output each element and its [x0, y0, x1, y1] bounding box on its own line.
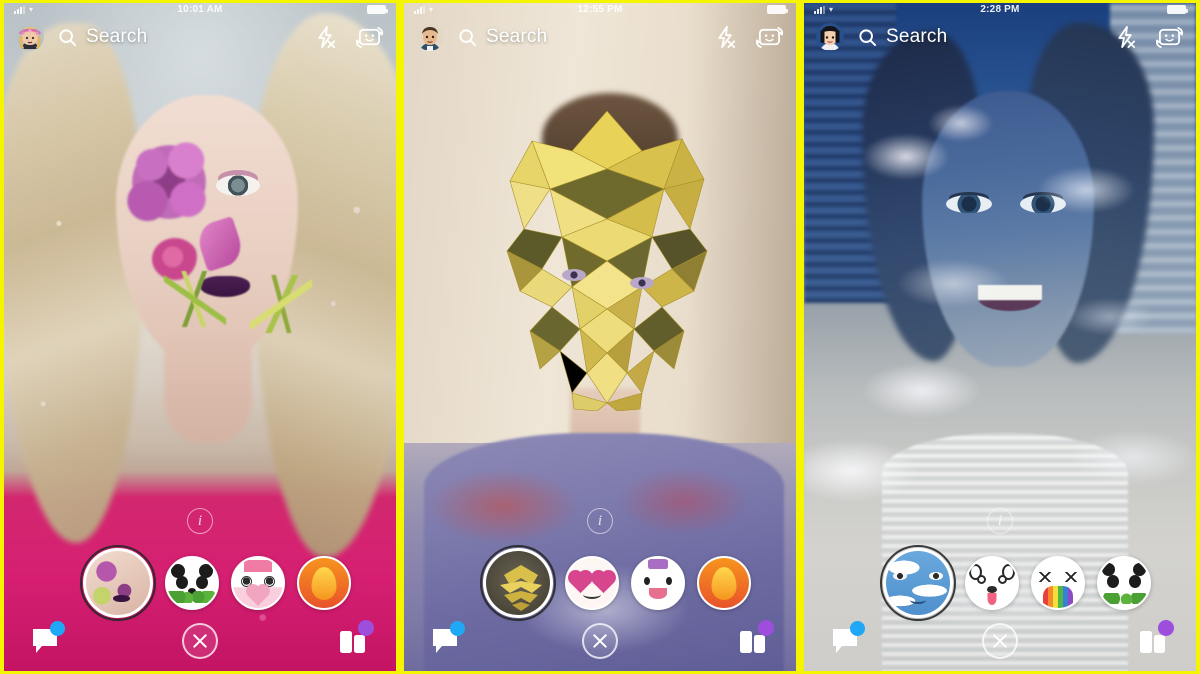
- bottom-bar: [804, 611, 1196, 671]
- lens-thumbnail-flower-crown: [633, 558, 683, 608]
- lens-thumbnail-heart-eyes: [567, 558, 617, 608]
- lens-item-rainbow-vomit[interactable]: [1031, 556, 1085, 610]
- status-bar: ▾ 2:28 PM: [804, 3, 1196, 16]
- lens-thumbnail-rainbow: [1033, 558, 1083, 608]
- search-bar[interactable]: Search: [858, 26, 947, 48]
- lens-item-panda-face[interactable]: [165, 556, 219, 610]
- search-icon: [858, 28, 877, 47]
- lens-item-gold-polygon-dragon-mask[interactable]: [480, 545, 556, 621]
- lens-carousel[interactable]: [804, 545, 1196, 621]
- status-bar: ▾ 12:55 PM: [404, 3, 796, 16]
- lens-item-fire-flame[interactable]: [297, 556, 351, 610]
- stories-cards-icon[interactable]: [738, 620, 774, 657]
- lens-item-fire-flame[interactable]: [697, 556, 751, 610]
- flash-off-icon[interactable]: [1113, 25, 1138, 50]
- lens-carousel[interactable]: [404, 545, 796, 621]
- lens-thumbnail-panda: [167, 558, 217, 608]
- battery-full-icon: [1167, 5, 1188, 14]
- search-bar[interactable]: Search: [58, 26, 147, 48]
- lens-item-pink-bow-kitty[interactable]: [231, 556, 285, 610]
- camera-flip-icon[interactable]: [1155, 25, 1184, 50]
- search-input[interactable]: Search: [486, 26, 547, 48]
- close-x-icon[interactable]: [582, 623, 618, 659]
- search-icon: [58, 28, 77, 47]
- top-bar-actions: [313, 25, 384, 50]
- bitmoji-avatar-man-brown-hair[interactable]: [416, 23, 444, 51]
- bottom-bar: [4, 611, 396, 671]
- chat-unread-badge: [50, 621, 65, 636]
- close-x-icon[interactable]: [182, 623, 218, 659]
- lens-item-flower-crown-freckles[interactable]: [631, 556, 685, 610]
- status-bar-time: 12:55 PM: [577, 4, 623, 15]
- top-bar-actions: [713, 25, 784, 50]
- lens-thumbnail-panda: [1099, 558, 1149, 608]
- lens-thumbnail-bow: [233, 558, 283, 608]
- status-bar-time: 10:01 AM: [177, 4, 223, 15]
- status-bar-right: [1167, 5, 1188, 14]
- battery-full-icon: [767, 5, 788, 14]
- snapchat-camera-panel-3: ▾ 2:28 PM Search i: [800, 0, 1200, 674]
- lens-item-sky-clouds-face[interactable]: [880, 545, 956, 621]
- stories-cards-icon[interactable]: [1138, 620, 1174, 657]
- lens-carousel[interactable]: [4, 545, 396, 621]
- lens-item-floral-face-paint[interactable]: [80, 545, 156, 621]
- flash-off-icon[interactable]: [313, 25, 338, 50]
- chat-bubble-icon[interactable]: [430, 621, 465, 656]
- bottom-bar: [404, 611, 796, 671]
- lens-info-button[interactable]: i: [987, 508, 1013, 534]
- search-input[interactable]: Search: [86, 26, 147, 48]
- stories-new-badge: [358, 620, 374, 636]
- chat-unread-badge: [450, 621, 465, 636]
- top-bar: Search: [404, 16, 796, 58]
- search-bar[interactable]: Search: [458, 26, 547, 48]
- lens-info-button[interactable]: i: [187, 508, 213, 534]
- flash-off-icon[interactable]: [713, 25, 738, 50]
- lens-thumbnail-dog: [967, 558, 1017, 608]
- lens-thumbnail-fire: [699, 558, 749, 608]
- lens-thumbnail-gold-mask: [486, 551, 550, 615]
- lens-item-heart-eyes-emoji[interactable]: [565, 556, 619, 610]
- camera-flip-icon[interactable]: [355, 25, 384, 50]
- status-bar-time: 2:28 PM: [980, 4, 1020, 15]
- stories-cards-icon[interactable]: [338, 620, 374, 657]
- lens-info-button[interactable]: i: [587, 508, 613, 534]
- battery-full-icon: [367, 5, 388, 14]
- snapchat-screens-row: ▾ 10:01 AM Search i ▾ 12:55 PM Search i …: [0, 0, 1200, 674]
- chat-unread-badge: [850, 621, 865, 636]
- top-bar: Search: [804, 16, 1196, 58]
- chat-bubble-icon[interactable]: [830, 621, 865, 656]
- snapchat-camera-panel-1: ▾ 10:01 AM Search i: [0, 0, 400, 674]
- close-x-icon[interactable]: [982, 623, 1018, 659]
- lens-thumbnail-fire: [299, 558, 349, 608]
- status-bar-right: [767, 5, 788, 14]
- status-bar: ▾ 10:01 AM: [4, 3, 396, 16]
- stories-new-badge: [1158, 620, 1174, 636]
- top-bar: Search: [4, 16, 396, 58]
- search-input[interactable]: Search: [886, 26, 947, 48]
- camera-flip-icon[interactable]: [755, 25, 784, 50]
- bitmoji-avatar-black-bob-hair[interactable]: [816, 23, 844, 51]
- lens-thumbnail-floral: [86, 551, 150, 615]
- snapchat-camera-panel-2: ▾ 12:55 PM Search i: [400, 0, 800, 674]
- lens-item-dog-face[interactable]: [965, 556, 1019, 610]
- status-bar-right: [367, 5, 388, 14]
- lens-thumbnail-cloud-face: [886, 551, 950, 615]
- stories-new-badge: [758, 620, 774, 636]
- search-icon: [458, 28, 477, 47]
- chat-bubble-icon[interactable]: [30, 621, 65, 656]
- bitmoji-avatar-blonde-flower-crown[interactable]: [16, 23, 44, 51]
- top-bar-actions: [1113, 25, 1184, 50]
- lens-gold-polygon-mask: [502, 111, 712, 411]
- lens-item-panda-face[interactable]: [1097, 556, 1151, 610]
